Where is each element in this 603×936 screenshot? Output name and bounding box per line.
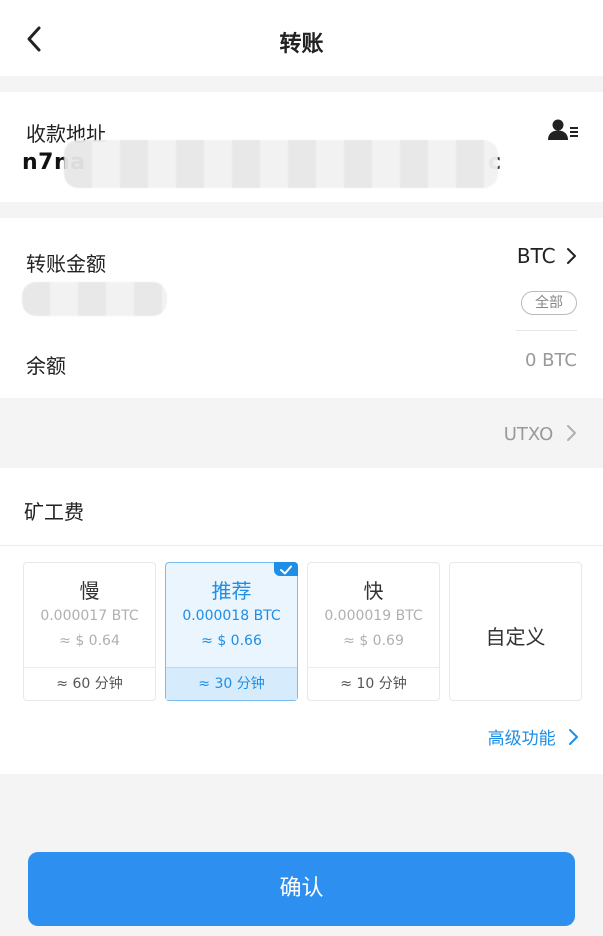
balance-value: 0 BTC — [524, 350, 577, 371]
fee-divider — [0, 545, 603, 546]
balance-label: 余额 — [26, 354, 66, 378]
fee-btc-value: 0.000017 BTC — [40, 608, 139, 624]
miner-fee-label: 矿工费 — [24, 500, 84, 524]
chevron-right-icon — [569, 729, 578, 745]
fee-btc-value: 0.000019 BTC — [324, 608, 423, 624]
fee-speed-label: 慢 — [79, 579, 100, 603]
fee-time-value: ≈ 60 分钟 — [24, 667, 155, 700]
currency-selector[interactable]: BTC — [517, 244, 577, 268]
contact-list-icon[interactable] — [547, 118, 579, 142]
address-redaction — [64, 140, 498, 188]
utxo-label: UTXO — [503, 424, 554, 445]
chevron-right-icon — [567, 425, 576, 441]
custom-fee-label: 自定义 — [485, 625, 546, 649]
all-button[interactable]: 全部 — [521, 291, 577, 315]
advanced-features-link[interactable]: 高级功能 — [488, 724, 579, 749]
utxo-link[interactable]: UTXO — [504, 424, 577, 445]
fee-time-value: ≈ 10 分钟 — [308, 667, 439, 700]
confirm-button[interactable]: 确认 — [28, 852, 575, 926]
fee-usd-value: ≈ $ 0.69 — [343, 633, 404, 649]
amount-label: 转账金额 — [26, 252, 106, 276]
check-icon — [274, 562, 298, 576]
fee-option-custom[interactable]: 自定义 — [449, 562, 582, 701]
fee-option-slow[interactable]: 慢 0.000017 BTC ≈ $ 0.64 ≈ 60 分钟 — [23, 562, 156, 701]
amount-input[interactable] — [22, 282, 167, 316]
fee-speed-label: 推荐 — [211, 579, 252, 603]
header: 转账 — [0, 0, 603, 76]
chevron-right-icon — [567, 248, 576, 264]
fee-speed-label: 快 — [363, 579, 384, 603]
advanced-features-label: 高级功能 — [487, 729, 556, 749]
fee-time-value: ≈ 30 分钟 — [166, 667, 297, 700]
fee-usd-value: ≈ $ 0.66 — [201, 633, 262, 649]
fee-option-recommended[interactable]: 推荐 0.000018 BTC ≈ $ 0.66 ≈ 30 分钟 — [165, 562, 298, 701]
currency-label: BTC — [516, 244, 556, 268]
page-title: 转账 — [279, 32, 324, 57]
fee-usd-value: ≈ $ 0.64 — [59, 633, 120, 649]
amount-divider — [516, 330, 577, 331]
fee-option-fast[interactable]: 快 0.000019 BTC ≈ $ 0.69 ≈ 10 分钟 — [307, 562, 440, 701]
fee-btc-value: 0.000018 BTC — [182, 608, 281, 624]
